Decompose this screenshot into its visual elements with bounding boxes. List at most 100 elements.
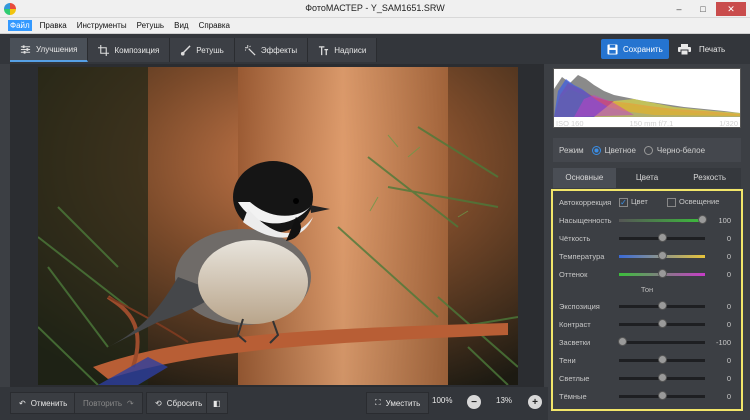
slider-row: Тёмные 0: [557, 387, 737, 405]
menu-retouch[interactable]: Ретушь: [135, 20, 167, 31]
zoom-100-button[interactable]: 100%: [432, 396, 452, 405]
compare-icon: ◧: [213, 398, 221, 408]
slider-value: -100: [715, 338, 731, 347]
menu-view[interactable]: Вид: [172, 20, 190, 31]
text-icon: [319, 45, 329, 55]
slider-row: Светлые 0: [557, 369, 737, 387]
slider-knob[interactable]: [618, 337, 627, 346]
slider-track[interactable]: [619, 219, 705, 222]
slider-label: Тени: [559, 356, 576, 365]
tab-colors[interactable]: Цвета: [615, 168, 679, 188]
slider-value: 0: [726, 302, 731, 311]
slider-row: Контраст 0: [557, 315, 737, 333]
menu-tools[interactable]: Инструменты: [75, 20, 129, 31]
slider-label: Оттенок: [559, 270, 588, 279]
slider-label: Чёткость: [559, 234, 591, 243]
mode-color-radio[interactable]: [591, 145, 601, 155]
zoom-out-icon[interactable]: −: [467, 395, 481, 409]
menu-file[interactable]: Файл: [8, 20, 32, 31]
zoom-in-icon[interactable]: +: [528, 395, 542, 409]
tab-retouch[interactable]: Ретушь: [170, 38, 235, 62]
brush-icon: [181, 44, 191, 56]
mode-selector: Режим Цветное Черно-белое: [553, 138, 741, 162]
slider-knob[interactable]: [698, 215, 707, 224]
undo-icon: ↶: [19, 398, 26, 408]
zoom-level: 13%: [496, 396, 513, 405]
slider-row: Насыщенность 100: [557, 211, 737, 229]
slider-knob[interactable]: [658, 355, 667, 364]
slider-label: Засветки: [559, 338, 591, 347]
menu-edit[interactable]: Правка: [38, 20, 69, 31]
crop-icon: [98, 44, 110, 56]
window-title: ФотоМАСТЕР - Y_SAM1651.SRW: [305, 3, 445, 13]
bottom-bar: ↶ Отменить Повторить ↷ ⟲ Сбросить ◧ ⛶ Ум…: [0, 387, 548, 420]
reset-label: Сбросить: [166, 398, 203, 408]
save-button[interactable]: Сохранить: [601, 39, 669, 59]
magic-wand-icon: [244, 44, 256, 56]
slider-value: 0: [726, 252, 731, 261]
auto-light-option[interactable]: Освещение: [667, 197, 719, 207]
slider-knob[interactable]: [658, 233, 667, 242]
slider-value: 0: [726, 374, 731, 383]
tone-sliders: Экспозиция 0 Контраст 0 Засветки -100 Тени 0 Све…: [557, 297, 737, 405]
lens-value: 150 mm f/7.1: [629, 119, 674, 128]
save-label: Сохранить: [623, 44, 663, 54]
print-button[interactable]: Печать: [674, 39, 738, 59]
reset-button[interactable]: ⟲ Сбросить: [146, 392, 212, 414]
fit-button[interactable]: ⛶ Уместить: [366, 392, 430, 414]
basic-sliders: Насыщенность 100 Чёткость 0 Температура 0 Отте…: [557, 211, 737, 283]
slider-knob[interactable]: [658, 391, 667, 400]
redo-button[interactable]: Повторить ↷: [74, 392, 143, 414]
autocorrection-row: Автокоррекция ✓ Цвет Освещение: [557, 193, 737, 211]
auto-color-option[interactable]: ✓ Цвет: [619, 197, 648, 207]
mode-bw-label: Черно-белое: [656, 145, 706, 155]
redo-label: Повторить: [83, 398, 123, 408]
checkbox-icon: [667, 197, 676, 207]
close-icon[interactable]: ✕: [716, 2, 746, 16]
tab-text-label: Надписи: [334, 45, 367, 55]
slider-row: Оттенок 0: [557, 265, 737, 283]
slider-knob[interactable]: [658, 251, 667, 260]
tab-retouch-label: Ретушь: [196, 45, 224, 55]
slider-row: Засветки -100: [557, 333, 737, 351]
sliders-icon: [20, 44, 31, 54]
histogram-graph: [554, 75, 740, 117]
mode-label: Режим: [559, 145, 584, 155]
auto-color-label: Цвет: [631, 197, 648, 206]
fit-icon: ⛶: [375, 398, 381, 407]
tab-enhancements[interactable]: Улучшения: [10, 38, 89, 62]
mode-bw-radio[interactable]: [643, 145, 653, 155]
slider-knob[interactable]: [658, 319, 667, 328]
tab-basic[interactable]: Основные: [553, 168, 616, 188]
menu-help[interactable]: Справка: [197, 20, 232, 31]
autocorrection-label: Автокоррекция: [559, 198, 612, 207]
checkbox-checked-icon: ✓: [619, 197, 628, 207]
maximize-icon[interactable]: □: [692, 2, 714, 16]
slider-label: Температура: [559, 252, 605, 261]
floppy-icon: [607, 43, 618, 55]
menu-bar: Файл Правка Инструменты Ретушь Вид Справ…: [0, 18, 750, 34]
panel-tabs: Основные Цвета Резкость: [553, 168, 742, 188]
slider-track[interactable]: [619, 341, 705, 344]
undo-button[interactable]: ↶ Отменить: [10, 392, 77, 414]
reset-icon: ⟲: [155, 398, 162, 408]
slider-label: Тёмные: [559, 392, 587, 401]
compare-button[interactable]: ◧: [206, 392, 228, 414]
bird-photo: [38, 67, 518, 385]
right-panel: ISO 160 150 mm f/7.1 1/320 Режим Цветное…: [548, 64, 750, 420]
tab-effects[interactable]: Эффекты: [234, 38, 309, 62]
iso-value: ISO 160: [556, 119, 584, 128]
slider-knob[interactable]: [658, 373, 667, 382]
redo-icon: ↷: [127, 398, 134, 408]
exif-info: ISO 160 150 mm f/7.1 1/320: [556, 119, 738, 128]
tab-composition[interactable]: Композиция: [88, 38, 171, 62]
printer-icon: [678, 43, 691, 55]
minimize-icon[interactable]: –: [668, 2, 690, 16]
slider-value: 0: [726, 270, 731, 279]
photo-preview[interactable]: [38, 67, 518, 385]
slider-knob[interactable]: [658, 301, 667, 310]
tab-composition-label: Композиция: [114, 45, 160, 55]
tab-sharpness[interactable]: Резкость: [678, 168, 742, 188]
tab-text[interactable]: Надписи: [308, 38, 378, 62]
slider-knob[interactable]: [658, 269, 667, 278]
